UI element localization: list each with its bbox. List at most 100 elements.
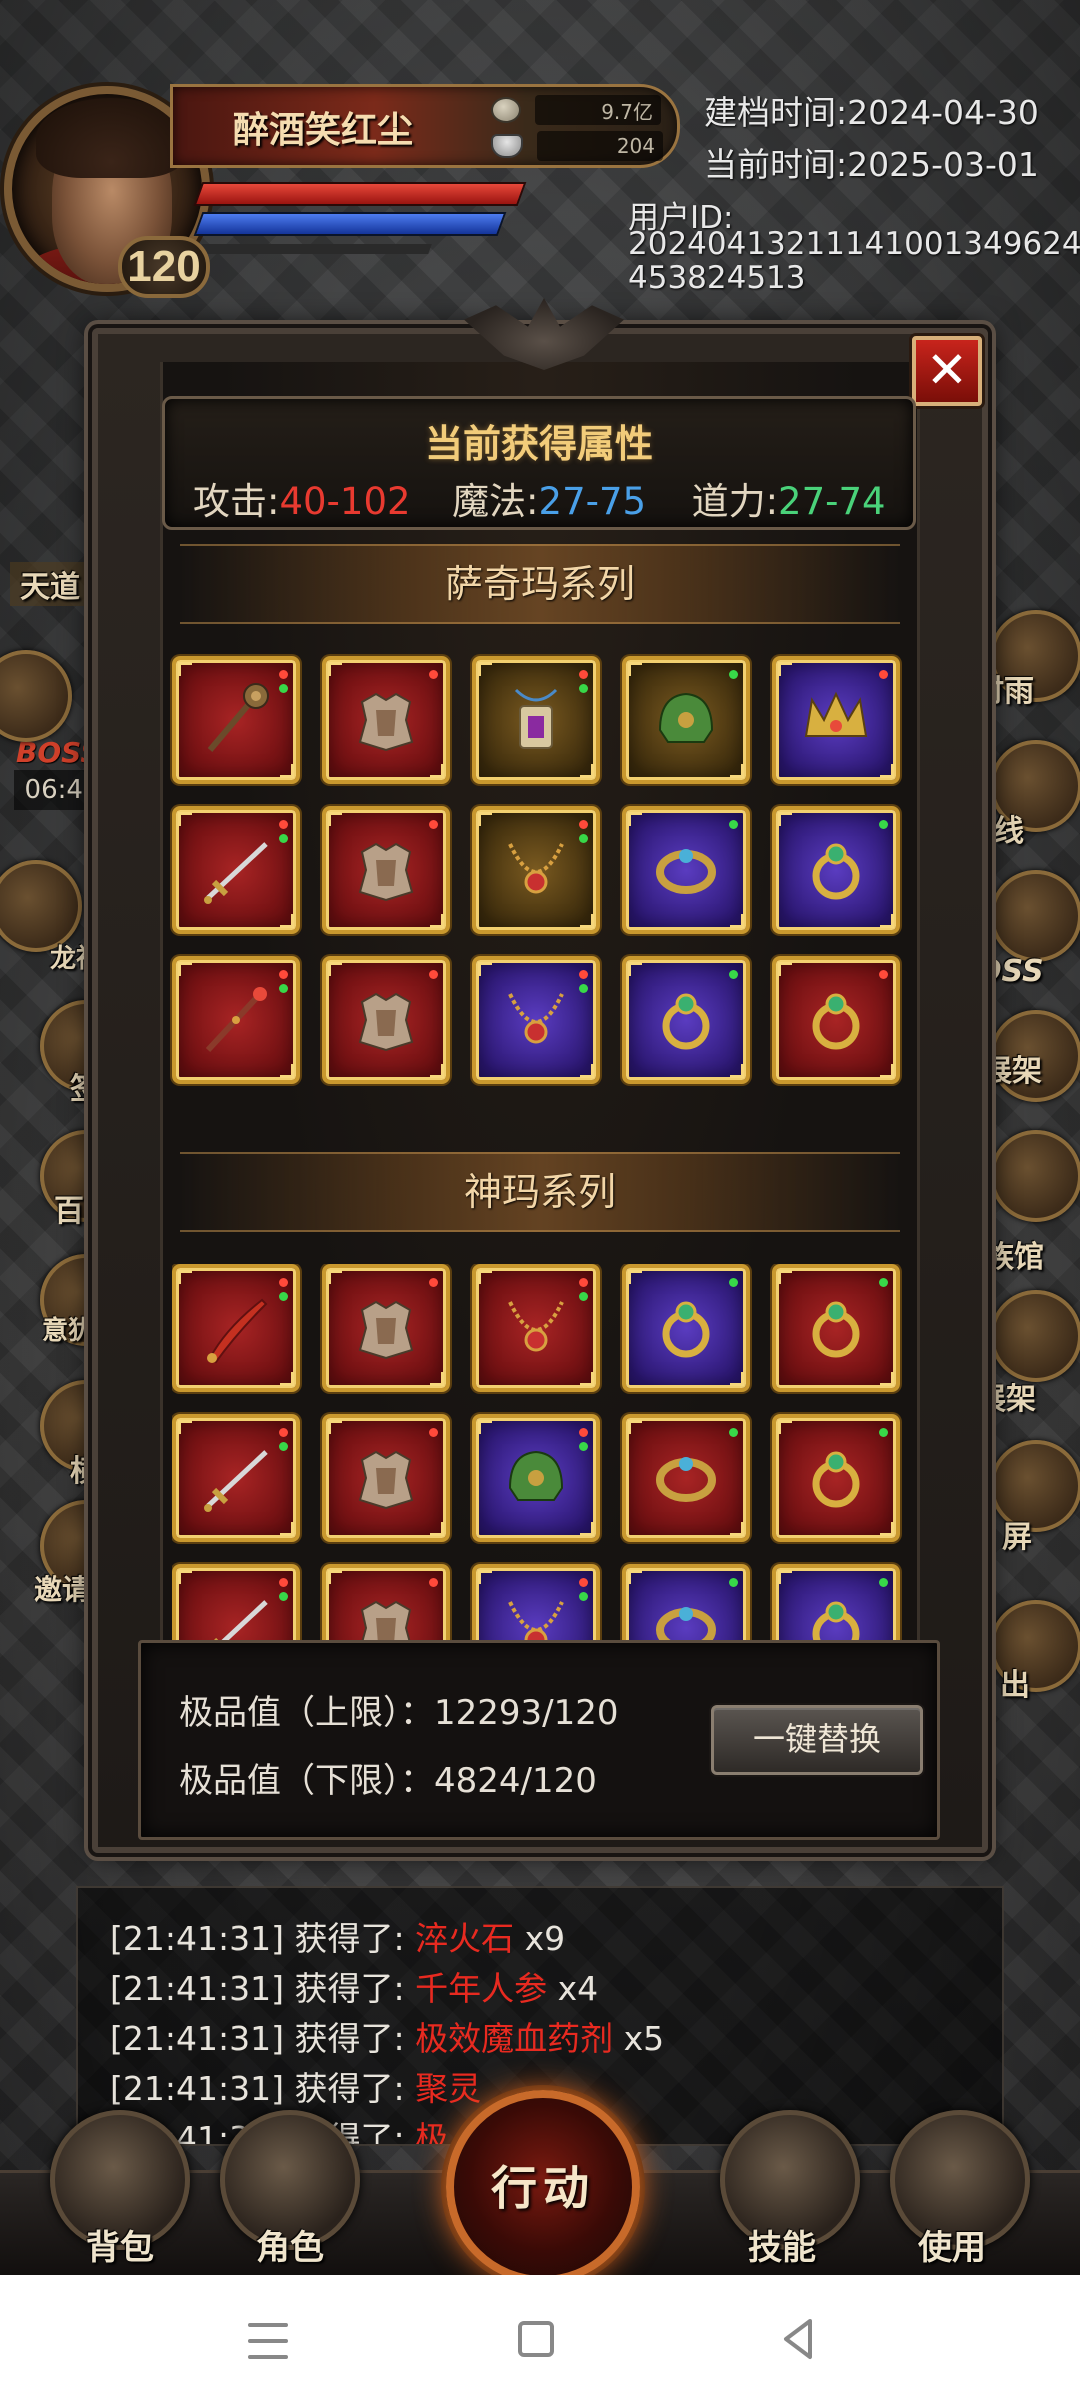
frame-corner — [778, 1270, 792, 1284]
shenma-grid-viewport[interactable] — [172, 1264, 906, 1644]
green-dot-icon — [279, 1592, 288, 1601]
saqima-item-slot[interactable] — [172, 806, 300, 934]
armor-icon — [346, 680, 426, 760]
skill-label: 技能 — [748, 2228, 816, 2268]
shenma-item-slot[interactable] — [472, 1264, 600, 1392]
frame-corner — [280, 764, 294, 778]
frame-corner — [430, 914, 444, 928]
frame-corner — [880, 764, 894, 778]
recent-apps-icon[interactable] — [248, 2323, 288, 2359]
green-dot-icon — [579, 1592, 588, 1601]
green-dot-icon — [729, 1578, 738, 1587]
sword-icon — [196, 1438, 276, 1518]
quality-lower-value: 4824/120 — [434, 1761, 597, 1801]
shenma-item-slot[interactable] — [772, 1564, 900, 1644]
current-label: 当前时间: — [704, 145, 848, 184]
crown-icon — [796, 680, 876, 760]
saqima-item-slot[interactable] — [172, 956, 300, 1084]
red-dot-icon — [279, 970, 288, 979]
saqima-item-slot[interactable] — [622, 656, 750, 784]
shenma-item-slot[interactable] — [322, 1264, 450, 1392]
side-button-right-boss[interactable] — [990, 870, 1080, 962]
shenma-item-slot[interactable] — [472, 1414, 600, 1542]
quality-upper-value: 12293/120 — [434, 1693, 619, 1733]
green-dot-icon — [879, 820, 888, 829]
shenma-item-slot[interactable] — [172, 1564, 300, 1644]
home-icon[interactable] — [518, 2321, 554, 2357]
shenma-item-slot[interactable] — [322, 1564, 450, 1644]
frame-corner — [328, 662, 342, 676]
ring-icon — [796, 1588, 876, 1644]
shenma-item-slot[interactable] — [172, 1264, 300, 1392]
saqima-item-slot[interactable] — [772, 956, 900, 1084]
one-click-replace-button[interactable]: 一键替换 — [711, 1705, 923, 1775]
frame-corner — [430, 764, 444, 778]
frame-corner — [178, 1420, 192, 1434]
saqima-item-slot[interactable] — [622, 806, 750, 934]
side-label-tiandao[interactable]: 天道 — [10, 562, 90, 606]
player-header: 醉酒笑红尘 9.7亿 204 120 — [0, 60, 690, 310]
saqima-item-slot[interactable] — [322, 956, 450, 1084]
saqima-item-slot[interactable] — [772, 656, 900, 784]
bracelet-icon — [646, 830, 726, 910]
action-button[interactable]: 行动 — [446, 2090, 640, 2284]
role-label: 角色 — [256, 2228, 324, 2268]
bracelet-icon — [646, 1588, 726, 1644]
green-dot-icon — [729, 1278, 738, 1287]
saqima-item-grid — [172, 656, 906, 1084]
shenma-item-slot[interactable] — [622, 1414, 750, 1542]
shenma-item-slot[interactable] — [172, 1414, 300, 1542]
saqima-item-slot[interactable] — [472, 656, 600, 784]
shenma-item-slot[interactable] — [472, 1564, 600, 1644]
red-dot-icon — [579, 970, 588, 979]
frame-corner — [178, 1570, 192, 1584]
green-dot-icon — [579, 1292, 588, 1301]
saqima-item-slot[interactable] — [172, 656, 300, 784]
tao-label: 道力: — [691, 480, 779, 523]
frame-corner — [880, 1522, 894, 1536]
shenma-item-slot[interactable] — [622, 1564, 750, 1644]
back-icon[interactable] — [780, 2317, 816, 2361]
frame-corner — [778, 1420, 792, 1434]
frame-corner — [478, 662, 492, 676]
frame-corner — [328, 1420, 342, 1434]
saqima-item-slot[interactable] — [472, 806, 600, 934]
frame-corner — [430, 1064, 444, 1078]
saqima-item-slot[interactable] — [322, 806, 450, 934]
saqima-item-slot[interactable] — [622, 956, 750, 1084]
frame-corner — [580, 1522, 594, 1536]
red-dot-icon — [879, 970, 888, 979]
shenma-item-slot[interactable] — [772, 1414, 900, 1542]
red-dot-icon — [279, 1278, 288, 1287]
chat-time: [21:41:31] — [110, 1969, 284, 2008]
frame-corner — [328, 812, 342, 826]
red-dot-icon — [579, 1428, 588, 1437]
frame-corner — [328, 1270, 342, 1284]
sword-icon — [196, 830, 276, 910]
saqima-item-slot[interactable] — [322, 656, 450, 784]
shenma-item-slot[interactable] — [772, 1264, 900, 1392]
android-nav-bar — [0, 2275, 1080, 2408]
frame-corner — [478, 1270, 492, 1284]
saqima-item-slot[interactable] — [772, 806, 900, 934]
side-button-right-5[interactable] — [990, 1290, 1080, 1382]
ring-icon — [796, 1438, 876, 1518]
saqima-item-slot[interactable] — [472, 956, 600, 1084]
frame-corner — [280, 1372, 294, 1386]
shenma-item-slot[interactable] — [622, 1264, 750, 1392]
red-dot-icon — [429, 820, 438, 829]
close-button[interactable]: ✕ — [912, 336, 982, 406]
chat-item: 极效魔血药剂 — [415, 2019, 614, 2058]
side-label-hundred: 百 — [54, 1194, 84, 1229]
green-dot-icon — [279, 1292, 288, 1301]
green-dot-icon — [879, 1428, 888, 1437]
green-dot-icon — [729, 970, 738, 979]
frame-corner — [280, 1522, 294, 1536]
shenma-item-slot[interactable] — [322, 1414, 450, 1542]
user-id-line2: 453824513 — [628, 260, 806, 296]
side-button-right-4[interactable] — [990, 1130, 1080, 1222]
panel-title: 当前获得属性 — [424, 422, 653, 466]
frame-corner — [328, 962, 342, 976]
ingot-row: 204 — [491, 131, 663, 161]
frame-corner — [178, 1270, 192, 1284]
